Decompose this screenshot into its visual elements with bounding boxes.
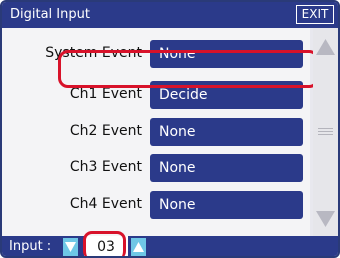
triangle-up-icon <box>133 242 144 252</box>
window-title: Digital Input <box>10 7 90 22</box>
row-label-ch2-event: Ch2 Event <box>69 123 142 139</box>
row-ch4-event: Ch4 Event None <box>2 190 310 220</box>
ch3-event-field[interactable]: None <box>150 154 303 182</box>
scroll-up-arrow-icon[interactable] <box>315 36 336 58</box>
scrollbar[interactable] <box>313 28 338 236</box>
ch4-event-field[interactable]: None <box>150 191 303 219</box>
highlight-ring-ch1-event <box>58 50 319 88</box>
increment-button[interactable] <box>131 238 146 256</box>
row-ch3-event: Ch3 Event None <box>2 153 310 183</box>
input-bar: Input : 03 <box>2 236 338 256</box>
exit-button[interactable]: EXIT <box>296 5 334 24</box>
device-screen: Digital Input EXIT System Event None Ch1… <box>0 0 340 258</box>
row-label-ch1-event: Ch1 Event <box>69 86 142 102</box>
title-bar: Digital Input EXIT <box>2 2 338 28</box>
row-ch2-event: Ch2 Event None <box>2 117 310 147</box>
ch2-event-field[interactable]: None <box>150 118 303 146</box>
decrement-button[interactable] <box>63 238 78 256</box>
triangle-down-icon <box>65 242 76 252</box>
highlight-ring-input <box>83 231 126 256</box>
input-label: Input : <box>9 239 52 254</box>
scroll-thumb[interactable] <box>318 128 333 138</box>
scroll-down-arrow-icon[interactable] <box>315 208 336 230</box>
row-label-ch4-event: Ch4 Event <box>69 196 142 212</box>
row-label-ch3-event: Ch3 Event <box>69 159 142 175</box>
